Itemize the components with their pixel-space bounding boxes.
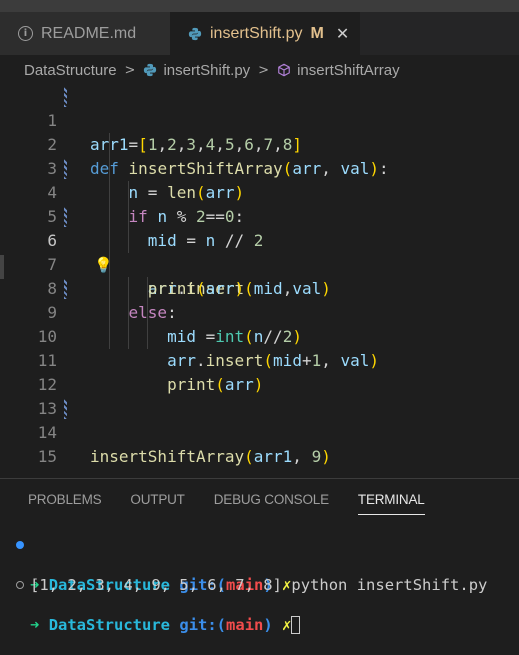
- git-branch: main: [226, 616, 264, 634]
- code-line: 8 else:: [0, 253, 519, 322]
- chevron-right-icon: >: [258, 62, 270, 78]
- line-number: 15: [37, 447, 57, 466]
- chevron-right-icon: >: [124, 62, 136, 78]
- terminal-line: ➜ DataStructure git:(main) ✗python inser…: [0, 535, 519, 594]
- tab-insertshift[interactable]: insertShift.py M ✕: [170, 12, 360, 55]
- code-line: 3 n = len(arr): [0, 133, 519, 202]
- code-line: 9 mid =int(n//2): [0, 277, 519, 346]
- terminal-line: ➜ DataStructure git:(main) ✗: [0, 575, 519, 634]
- code-line: 13: [0, 373, 519, 418]
- code-line: 6 💡 arr.insert(mid,val): [0, 205, 519, 298]
- tab-output[interactable]: OUTPUT: [130, 492, 184, 515]
- breadcrumb-file[interactable]: insertShift.py: [163, 62, 250, 79]
- bottom-panel: PROBLEMS OUTPUT DEBUG CONSOLE TERMINAL ➜…: [0, 478, 519, 634]
- code-editor[interactable]: 1 arr1=[1,2,3,4,5,6,7,8] 2 def insertShi…: [0, 85, 519, 466]
- git-label: git:(: [179, 616, 227, 634]
- code-line: 11 print(arr): [0, 325, 519, 394]
- command-status-icon[interactable]: [16, 581, 24, 589]
- title-bar-strip: [0, 0, 519, 12]
- tab-terminal[interactable]: TERMINAL: [357, 492, 425, 515]
- symbol-method-icon: [278, 63, 290, 77]
- code-line: 1 arr1=[1,2,3,4,5,6,7,8]: [0, 85, 519, 154]
- git-close: ): [263, 616, 273, 634]
- panel-tabs: PROBLEMS OUTPUT DEBUG CONSOLE TERMINAL: [28, 492, 454, 515]
- code-line: 12: [0, 349, 519, 394]
- tab-label: README.md: [41, 24, 137, 42]
- terminal-line: [1, 2, 3, 4, 9, 5, 6, 7, 8]: [0, 555, 519, 594]
- info-icon: i: [18, 26, 33, 41]
- modified-indicator: M: [310, 24, 324, 42]
- breadcrumb-folder[interactable]: DataStructure: [24, 62, 117, 79]
- code-line: 14 insertShiftArray(arr1, 9): [0, 397, 519, 466]
- editor-tab-bar: i README.md insertShift.py M ✕: [0, 12, 519, 55]
- code-line: 10 arr.insert(mid+1, val): [0, 301, 519, 370]
- tab-debug-console[interactable]: DEBUG CONSOLE: [214, 492, 329, 515]
- code-line: 15: [0, 421, 519, 466]
- tab-label: insertShift.py: [210, 24, 303, 42]
- breadcrumb-symbol[interactable]: insertShiftArray: [297, 62, 400, 79]
- tab-problems[interactable]: PROBLEMS: [28, 492, 102, 515]
- prompt-arrow: ➜: [30, 616, 40, 634]
- command-status-icon[interactable]: [16, 541, 24, 549]
- git-dirty-mark: ✗: [282, 616, 292, 634]
- close-icon[interactable]: ✕: [336, 24, 349, 43]
- code-line: 4 if n % 2==0:: [0, 157, 519, 226]
- code-text: insertShiftArray(arr1, 9): [90, 447, 331, 466]
- terminal-cursor: [291, 616, 301, 634]
- code-line: 7 print(arr): [0, 229, 519, 298]
- prompt-dir: DataStructure: [48, 616, 171, 634]
- code-line: 2 def insertShiftArray(arr, val):: [0, 109, 519, 178]
- code-line: 5 mid = n // 2: [0, 181, 519, 250]
- breadcrumb: DataStructure > insertShift.py > insertS…: [0, 55, 519, 85]
- python-icon: [188, 27, 202, 40]
- tab-readme[interactable]: i README.md: [0, 12, 170, 55]
- python-icon: [144, 63, 157, 77]
